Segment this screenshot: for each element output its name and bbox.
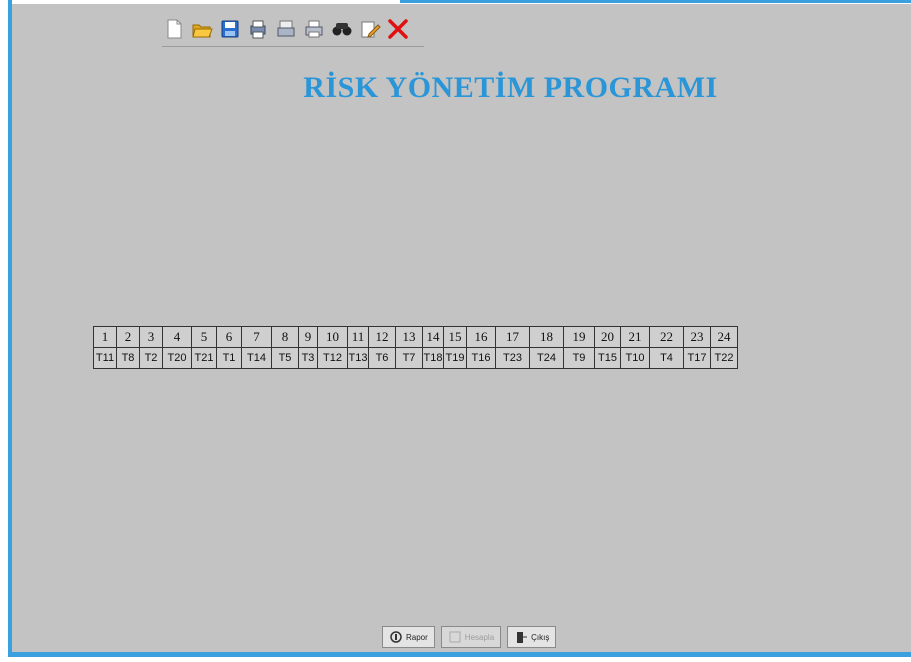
task-cell[interactable]: T24 (529, 347, 564, 369)
print-preview-button[interactable] (246, 16, 270, 42)
task-cell[interactable]: T7 (395, 347, 423, 369)
find-button[interactable] (330, 16, 354, 42)
slot-number-cell[interactable]: 5 (191, 326, 217, 348)
task-cell[interactable]: T4 (649, 347, 684, 369)
task-cell[interactable]: T2 (139, 347, 163, 369)
slot-number-cell[interactable]: 3 (139, 326, 163, 348)
task-cell[interactable]: T20 (162, 347, 192, 369)
report-button-label: Rapor (406, 632, 428, 642)
task-cell[interactable]: T1 (216, 347, 242, 369)
close-icon (388, 19, 408, 39)
edit-icon (361, 21, 381, 38)
task-cell[interactable]: T11 (93, 347, 117, 369)
slot-number-cell[interactable]: 17 (495, 326, 530, 348)
slot-number-row: 1 2 3 4 5 6 7 8 9 10 11 12 13 14 15 16 17 18 19 20 21 22 23 24 (93, 326, 738, 348)
app-window: RİSK YÖNETİM PROGRAMI 1 2 3 4 5 6 7 8 9 10 11 12 13 1… (0, 0, 911, 662)
save-button[interactable] (218, 16, 242, 42)
slot-number-cell[interactable]: 7 (241, 326, 272, 348)
client-area: RİSK YÖNETİM PROGRAMI 1 2 3 4 5 6 7 8 9 10 11 12 13 1… (12, 4, 911, 652)
slot-number-cell[interactable]: 4 (162, 326, 192, 348)
slot-number-cell[interactable]: 19 (563, 326, 595, 348)
task-cell[interactable]: T18 (422, 347, 444, 369)
task-cell[interactable]: T15 (594, 347, 621, 369)
task-cell[interactable]: T16 (466, 347, 496, 369)
report-button[interactable]: Rapor (382, 626, 435, 648)
print-preview-icon (250, 20, 266, 39)
edit-button[interactable] (358, 16, 382, 42)
window-frame-top-line (400, 0, 911, 3)
slot-number-cell[interactable]: 8 (271, 326, 299, 348)
slot-number-cell[interactable]: 12 (368, 326, 396, 348)
calculate-button-label: Hesapla (464, 632, 495, 642)
task-cell[interactable]: T17 (683, 347, 711, 369)
slot-number-cell[interactable]: 21 (620, 326, 650, 348)
task-cell[interactable]: T12 (317, 347, 348, 369)
task-cell[interactable]: T6 (368, 347, 396, 369)
task-cell[interactable]: T23 (495, 347, 530, 369)
calculate-button[interactable]: Hesapla (440, 626, 502, 648)
exit-button-label: Çıkış (531, 632, 550, 642)
task-cell[interactable]: T14 (241, 347, 272, 369)
slot-number-cell[interactable]: 2 (116, 326, 140, 348)
task-cell[interactable]: T13 (347, 347, 369, 369)
slot-number-cell[interactable]: 13 (395, 326, 423, 348)
bottom-button-bar: Rapor Hesapla Çıkış (382, 626, 557, 648)
task-cell[interactable]: T3 (298, 347, 318, 369)
slot-number-cell[interactable]: 15 (443, 326, 467, 348)
task-cell[interactable]: T21 (191, 347, 217, 369)
task-assignment-row: T11 T8 T2 T20 T21 T1 T14 T5 T3 T12 T13 T6 T7 T18 T19 T1… (93, 347, 738, 369)
slot-number-cell[interactable]: 9 (298, 326, 318, 348)
exit-icon (517, 632, 528, 643)
slot-grid: 1 2 3 4 5 6 7 8 9 10 11 12 13 14 15 16 17 18 19 20 21 22 23 24 … (93, 326, 738, 369)
slot-number-cell[interactable]: 6 (216, 326, 242, 348)
calculate-icon (449, 631, 461, 643)
task-cell[interactable]: T8 (116, 347, 140, 369)
toolbar (162, 12, 424, 47)
task-cell[interactable]: T22 (710, 347, 738, 369)
slot-number-cell[interactable]: 20 (594, 326, 621, 348)
new-document-icon (167, 19, 182, 39)
new-document-button[interactable] (162, 16, 186, 42)
slot-number-cell[interactable]: 1 (93, 326, 117, 348)
slot-number-cell[interactable]: 22 (649, 326, 684, 348)
report-icon (390, 631, 402, 643)
slot-number-cell[interactable]: 18 (529, 326, 564, 348)
binoculars-icon (332, 23, 352, 36)
print-setup-icon (277, 20, 295, 37)
task-cell[interactable]: T9 (563, 347, 595, 369)
print-button[interactable] (302, 16, 326, 42)
slot-number-cell[interactable]: 23 (683, 326, 711, 348)
save-icon (221, 20, 239, 38)
open-button[interactable] (190, 16, 214, 42)
task-cell[interactable]: T10 (620, 347, 650, 369)
task-cell[interactable]: T19 (443, 347, 467, 369)
print-setup-button[interactable] (274, 16, 298, 42)
task-cell[interactable]: T5 (271, 347, 299, 369)
app-title: RİSK YÖNETİM PROGRAMI (303, 71, 718, 104)
slot-number-cell[interactable]: 16 (466, 326, 496, 348)
slot-number-cell[interactable]: 24 (710, 326, 738, 348)
window-frame-bottom-line (8, 652, 911, 657)
exit-button[interactable]: Çıkış (507, 626, 557, 648)
print-icon (305, 20, 323, 38)
open-folder-icon (192, 24, 213, 38)
slot-number-cell[interactable]: 10 (317, 326, 348, 348)
slot-number-cell[interactable]: 11 (347, 326, 369, 348)
slot-number-cell[interactable]: 14 (422, 326, 444, 348)
close-button[interactable] (386, 16, 410, 42)
